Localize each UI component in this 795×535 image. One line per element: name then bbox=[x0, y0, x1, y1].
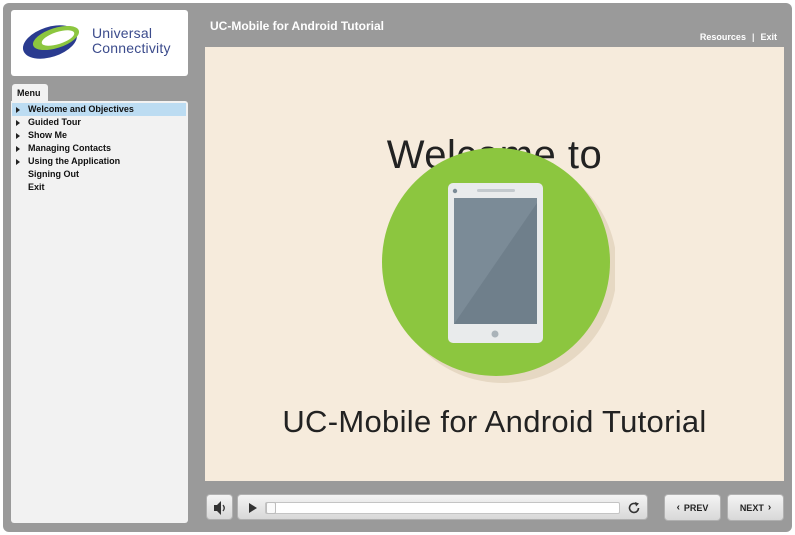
menu-item-signing-out[interactable]: Signing Out bbox=[12, 168, 186, 181]
logo-line1: Universal bbox=[92, 25, 153, 41]
menu-panel: Welcome and Objectives Guided Tour Show … bbox=[11, 101, 188, 523]
next-button[interactable]: NEXT › bbox=[727, 494, 784, 521]
link-separator: | bbox=[751, 32, 755, 42]
menu-item-welcome-and-objectives[interactable]: Welcome and Objectives bbox=[12, 103, 186, 116]
menu-item-show-me[interactable]: Show Me bbox=[12, 129, 186, 142]
expand-arrow-icon bbox=[16, 107, 20, 113]
progress-track[interactable] bbox=[265, 502, 620, 514]
menu-item-label: Show Me bbox=[28, 130, 68, 140]
menu-tab[interactable]: Menu bbox=[12, 84, 48, 101]
slide-content: Welcome to UC-Mobile for Android Tutoria… bbox=[205, 47, 784, 481]
course-title: UC-Mobile for Android Tutorial bbox=[210, 19, 384, 33]
logo-text: Universal Connectivity bbox=[92, 26, 171, 56]
replay-icon[interactable] bbox=[627, 501, 641, 515]
playback-bar bbox=[237, 494, 648, 520]
logo: Universal Connectivity bbox=[11, 10, 188, 76]
speaker-icon bbox=[214, 501, 225, 515]
exit-link[interactable]: Exit bbox=[760, 32, 777, 42]
logo-line2: Connectivity bbox=[92, 40, 171, 56]
next-label: NEXT bbox=[739, 502, 764, 513]
android-phone-icon bbox=[382, 148, 615, 383]
chevron-right-icon: › bbox=[767, 502, 772, 513]
logo-swoosh-icon bbox=[22, 25, 80, 59]
resources-link[interactable]: Resources bbox=[700, 32, 746, 42]
menu-item-label: Managing Contacts bbox=[28, 143, 112, 153]
volume-button[interactable] bbox=[206, 494, 233, 520]
menu-item-label: Exit bbox=[28, 182, 45, 192]
menu-item-label: Using the Application bbox=[28, 156, 121, 166]
menu-item-using-the-application[interactable]: Using the Application bbox=[12, 155, 186, 168]
play-icon[interactable] bbox=[249, 503, 257, 513]
prev-button[interactable]: ‹ PREV bbox=[664, 494, 721, 521]
prev-label: PREV bbox=[683, 502, 709, 513]
expand-arrow-icon bbox=[16, 133, 20, 139]
menu-item-label: Welcome and Objectives bbox=[28, 104, 134, 114]
expand-arrow-icon bbox=[16, 159, 20, 165]
chevron-left-icon: ‹ bbox=[676, 502, 680, 513]
menu-item-label: Guided Tour bbox=[28, 117, 81, 127]
expand-arrow-icon bbox=[16, 120, 20, 126]
menu-item-exit[interactable]: Exit bbox=[12, 181, 186, 194]
menu-item-guided-tour[interactable]: Guided Tour bbox=[12, 116, 186, 129]
slide-subheading: UC-Mobile for Android Tutorial bbox=[282, 404, 707, 439]
expand-arrow-icon bbox=[16, 146, 20, 152]
menu-item-label: Signing Out bbox=[28, 169, 79, 179]
top-links: Resources | Exit bbox=[700, 32, 777, 42]
progress-handle[interactable] bbox=[266, 502, 276, 514]
menu-item-managing-contacts[interactable]: Managing Contacts bbox=[12, 142, 186, 155]
